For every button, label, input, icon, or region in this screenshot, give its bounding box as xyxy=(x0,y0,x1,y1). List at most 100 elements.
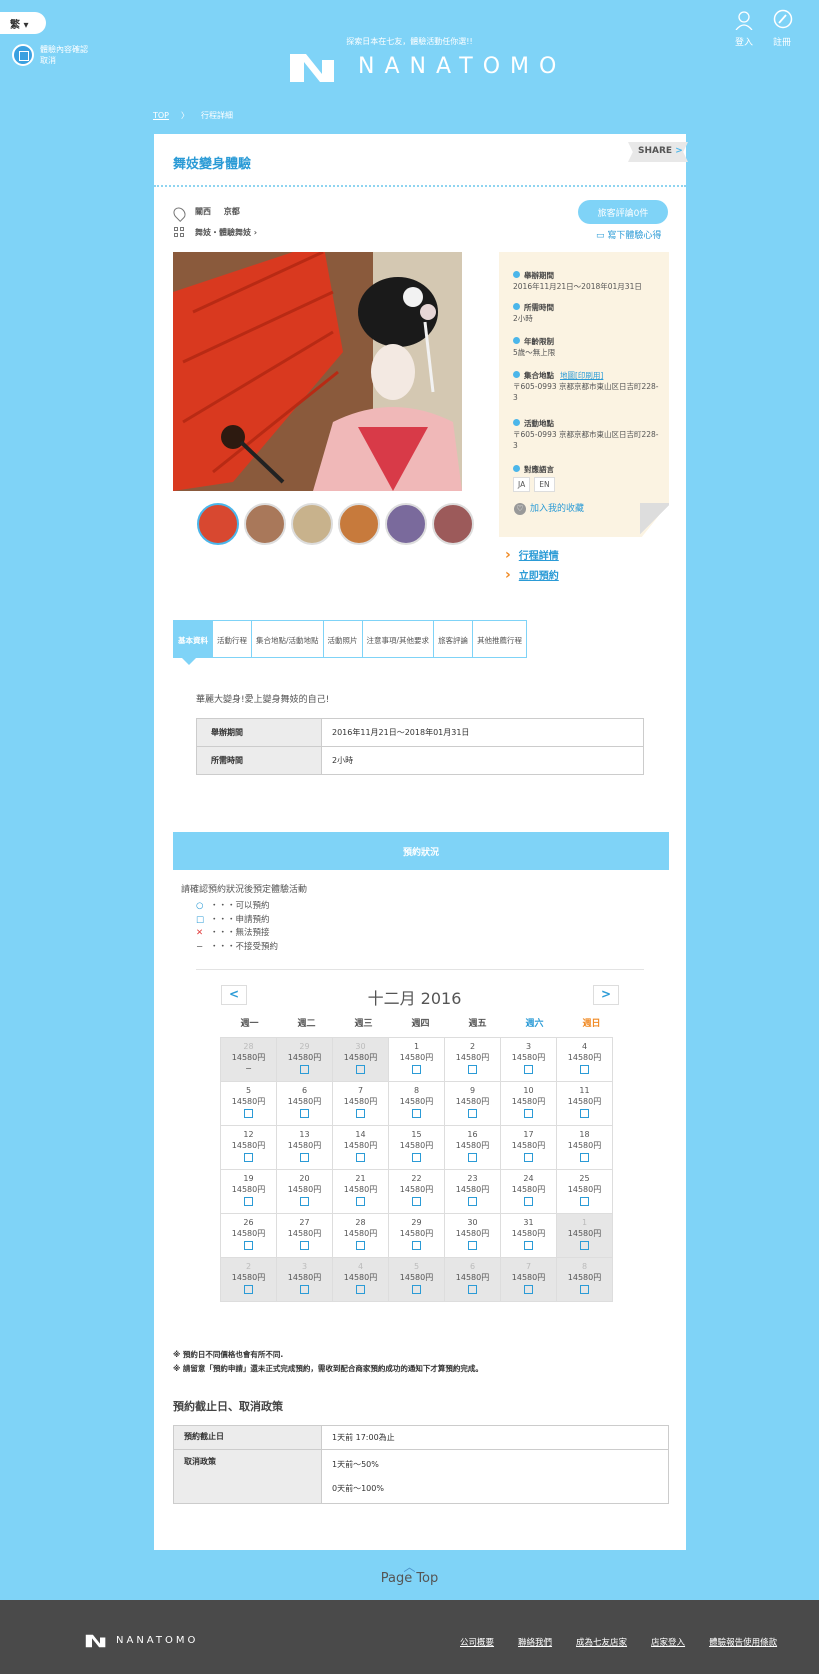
calendar-day[interactable]: 31 14580円 xyxy=(500,1213,557,1258)
request-booking-icon[interactable] xyxy=(244,1241,253,1250)
page-top-button[interactable]: ︿ Page Top xyxy=(0,1561,819,1586)
calendar-day[interactable]: 8 14580円 xyxy=(556,1257,613,1302)
calendar-day[interactable]: 22 14580円 xyxy=(388,1169,445,1214)
calendar-day[interactable]: 2 14580円 xyxy=(220,1257,277,1302)
calendar-day[interactable]: 7 14580円 xyxy=(332,1081,389,1126)
request-booking-icon[interactable] xyxy=(412,1109,421,1118)
calendar-day[interactable]: 4 14580円 xyxy=(332,1257,389,1302)
footer-link-terms[interactable]: 體驗報告使用條款 xyxy=(709,1638,777,1648)
request-booking-icon[interactable] xyxy=(468,1197,477,1206)
request-booking-icon[interactable] xyxy=(580,1153,589,1162)
calendar-day[interactable]: 12 14580円 xyxy=(220,1125,277,1170)
calendar-day[interactable]: 1 14580円 xyxy=(556,1213,613,1258)
tab-locations[interactable]: 集合地點/活動地點 xyxy=(252,620,324,658)
request-booking-icon[interactable] xyxy=(468,1065,477,1074)
request-booking-icon[interactable] xyxy=(300,1197,309,1206)
footer-logo-icon[interactable] xyxy=(84,1633,108,1649)
request-booking-icon[interactable] xyxy=(244,1153,253,1162)
calendar-day[interactable]: 4 14580円 xyxy=(556,1037,613,1082)
request-booking-icon[interactable] xyxy=(412,1241,421,1250)
calendar-day[interactable]: 30 14580円 xyxy=(332,1037,389,1082)
request-booking-icon[interactable] xyxy=(580,1197,589,1206)
request-booking-icon[interactable] xyxy=(356,1065,365,1074)
book-now-link[interactable]: 立即預約 xyxy=(505,567,559,583)
calendar-day[interactable]: 6 14580円 xyxy=(276,1081,333,1126)
calendar-day[interactable]: 10 14580円 xyxy=(500,1081,557,1126)
calendar-day[interactable]: 19 14580円 xyxy=(220,1169,277,1214)
calendar-day[interactable]: 3 14580円 xyxy=(500,1037,557,1082)
tab-recommended[interactable]: 其他推薦行程 xyxy=(473,620,528,658)
calendar-day[interactable]: 15 14580円 xyxy=(388,1125,445,1170)
login-link[interactable]: 登入 xyxy=(735,35,753,48)
calendar-day[interactable]: 9 14580円 xyxy=(444,1081,501,1126)
calendar-day[interactable]: 13 14580円 xyxy=(276,1125,333,1170)
request-booking-icon[interactable] xyxy=(244,1197,253,1206)
calendar-day[interactable]: 6 14580円 xyxy=(444,1257,501,1302)
calendar-day[interactable]: 26 14580円 xyxy=(220,1213,277,1258)
request-booking-icon[interactable] xyxy=(524,1241,533,1250)
request-booking-icon[interactable] xyxy=(356,1285,365,1294)
request-booking-icon[interactable] xyxy=(524,1109,533,1118)
request-booking-icon[interactable] xyxy=(300,1109,309,1118)
calendar-day[interactable]: 11 14580円 xyxy=(556,1081,613,1126)
tab-activity-schedule[interactable]: 活動行程 xyxy=(213,620,252,658)
request-booking-icon[interactable] xyxy=(412,1153,421,1162)
request-booking-icon[interactable] xyxy=(524,1197,533,1206)
booking-check-link[interactable]: 體驗內容確認 取消 xyxy=(40,44,88,66)
request-booking-icon[interactable] xyxy=(580,1109,589,1118)
calendar-day[interactable]: 25 14580円 xyxy=(556,1169,613,1214)
calendar-day[interactable]: 18 14580円 xyxy=(556,1125,613,1170)
tab-reviews[interactable]: 旅客評論 xyxy=(434,620,474,658)
thumbnail[interactable] xyxy=(338,503,380,545)
request-booking-icon[interactable] xyxy=(524,1065,533,1074)
calendar-day[interactable]: 8 14580円 xyxy=(388,1081,445,1126)
compass-icon[interactable] xyxy=(773,9,793,29)
calendar-day[interactable]: 29 14580円 xyxy=(388,1213,445,1258)
language-switcher[interactable]: 繁 ▾ xyxy=(0,12,46,34)
request-booking-icon[interactable] xyxy=(580,1285,589,1294)
footer-link-shop-login[interactable]: 店家登入 xyxy=(651,1638,685,1648)
calendar-day[interactable]: 1 14580円 xyxy=(388,1037,445,1082)
breadcrumb-top[interactable]: TOP xyxy=(153,111,169,120)
footer-link-become-partner[interactable]: 成為七友店家 xyxy=(576,1638,627,1648)
add-favorite-button[interactable]: 加入我的收藏 xyxy=(514,501,584,515)
calendar-day[interactable]: 2 14580円 xyxy=(444,1037,501,1082)
thumbnail[interactable] xyxy=(244,503,286,545)
calendar-day[interactable]: 23 14580円 xyxy=(444,1169,501,1214)
request-booking-icon[interactable] xyxy=(356,1109,365,1118)
request-booking-icon[interactable] xyxy=(300,1065,309,1074)
calendar-day[interactable]: 5 14580円 xyxy=(388,1257,445,1302)
nanatomo-logo-icon[interactable] xyxy=(288,50,338,86)
thumbnail[interactable] xyxy=(385,503,427,545)
calendar-day[interactable]: 30 14580円 xyxy=(444,1213,501,1258)
tab-basic-info[interactable]: 基本資料 xyxy=(173,620,213,658)
request-booking-icon[interactable] xyxy=(580,1065,589,1074)
request-booking-icon[interactable] xyxy=(356,1197,365,1206)
request-booking-icon[interactable] xyxy=(412,1197,421,1206)
request-booking-icon[interactable] xyxy=(356,1153,365,1162)
next-month-button[interactable]: > xyxy=(593,985,619,1005)
calendar-icon[interactable] xyxy=(12,44,34,66)
calendar-day[interactable]: 7 14580円 xyxy=(500,1257,557,1302)
calendar-day[interactable]: 21 14580円 xyxy=(332,1169,389,1214)
footer-link-company[interactable]: 公司概要 xyxy=(460,1638,494,1648)
calendar-day[interactable]: 14 14580円 xyxy=(332,1125,389,1170)
itinerary-detail-link[interactable]: 行程詳情 xyxy=(505,547,559,563)
request-booking-icon[interactable] xyxy=(412,1285,421,1294)
request-booking-icon[interactable] xyxy=(468,1241,477,1250)
request-booking-icon[interactable] xyxy=(244,1109,253,1118)
calendar-day[interactable]: 16 14580円 xyxy=(444,1125,501,1170)
request-booking-icon[interactable] xyxy=(468,1109,477,1118)
calendar-day[interactable]: 3 14580円 xyxy=(276,1257,333,1302)
request-booking-icon[interactable] xyxy=(300,1241,309,1250)
calendar-day[interactable]: 29 14580円 xyxy=(276,1037,333,1082)
register-link[interactable]: 註冊 xyxy=(773,35,791,48)
logo-text[interactable]: NANATOMO xyxy=(358,54,566,79)
tab-photos[interactable]: 活動照片 xyxy=(323,620,363,658)
request-booking-icon[interactable] xyxy=(468,1153,477,1162)
thumbnail[interactable] xyxy=(197,503,239,545)
footer-logo-text[interactable]: NANATOMO xyxy=(116,1635,198,1646)
share-button[interactable]: SHARE > xyxy=(628,142,688,162)
write-review-link[interactable]: ▭ 寫下體驗心得 xyxy=(596,228,661,241)
request-booking-icon[interactable] xyxy=(300,1285,309,1294)
